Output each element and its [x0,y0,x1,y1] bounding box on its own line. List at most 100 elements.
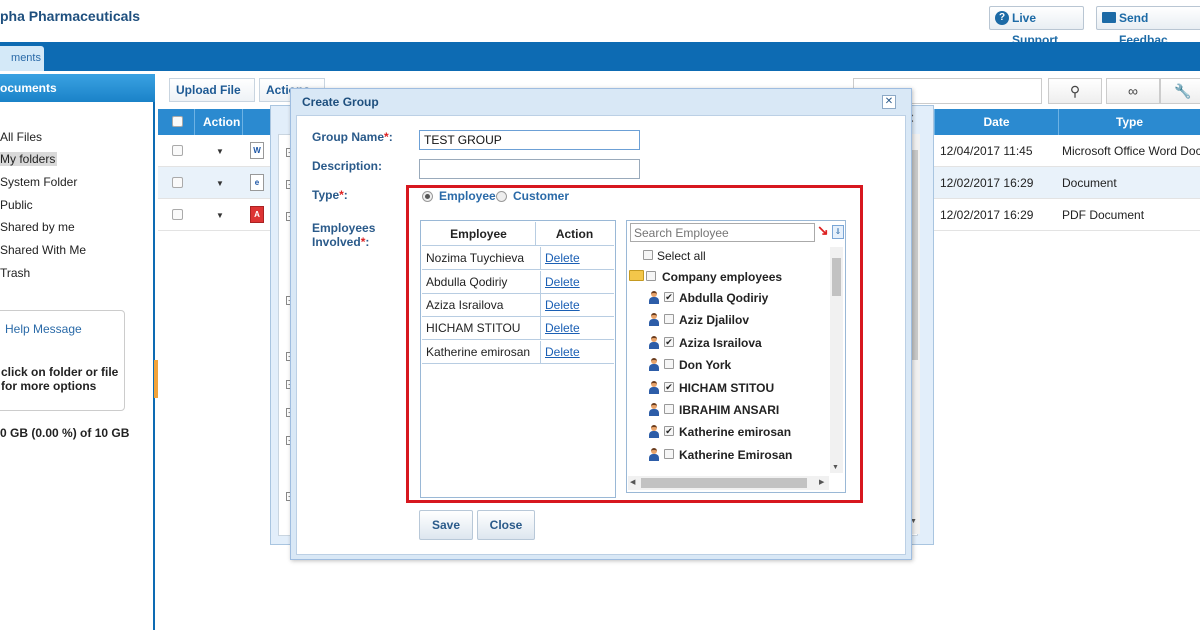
row-action-dropdown-icon[interactable]: ▼ [216,147,224,156]
scroll-right-icon[interactable]: ▶ [819,478,824,486]
employee-search-input[interactable] [630,223,815,242]
column-date[interactable]: Date [934,109,1058,135]
group-name-input[interactable] [419,130,640,150]
row-date: 12/04/2017 11:45 [940,144,1033,158]
live-support-button[interactable]: ? Live Support [989,6,1084,47]
employee-name: Nozima Tuychieva [426,251,525,265]
type-label-text: Type [312,188,340,202]
type-employee-radio[interactable] [422,191,433,202]
link-icon: ∞ [1128,83,1138,99]
row-action-dropdown-icon[interactable]: ▼ [216,211,224,220]
tree-employee-item[interactable]: Don York [679,358,731,372]
column-action[interactable]: Action [194,109,242,135]
pdf-file-icon: A [250,206,264,223]
scroll-down-icon[interactable]: ▼ [832,464,839,471]
tree-employee-item[interactable]: Abdulla Qodiriy [679,291,768,305]
tree-vertical-scrollbar-thumb[interactable] [832,258,841,296]
delete-link[interactable]: Delete [540,341,614,363]
clear-search-icon[interactable]: ↘ [817,222,829,239]
sidebar-item-trash[interactable]: Trash [0,266,30,280]
user-icon [648,381,660,394]
employee-checkbox[interactable] [664,314,674,324]
background-scrollbar-thumb[interactable] [911,150,918,360]
table-row: Nozima Tuychieva Delete [422,247,614,270]
header-divider [535,222,536,246]
tree-horizontal-scrollbar-thumb[interactable] [641,478,807,488]
user-icon [648,313,660,326]
row-type: Document [1062,176,1117,190]
employee-name: HICHAM STITOU [426,321,521,335]
employee-checkbox[interactable]: ✔ [664,382,674,392]
user-icon [648,291,660,304]
employee-name: Abdulla Qodiriy [426,275,508,289]
sidebar-item-my-folders[interactable]: My folders [0,152,58,166]
type-customer-radio[interactable] [496,191,507,202]
upload-file-button[interactable]: Upload File ▾ [169,78,255,118]
user-icon [648,448,660,461]
search-button[interactable]: ⚲ [1048,78,1102,104]
settings-button[interactable]: 🔧 [1160,78,1200,104]
column-type[interactable]: Type [1058,109,1200,135]
employee-checkbox[interactable]: ✔ [664,337,674,347]
employee-checkbox[interactable] [664,449,674,459]
tree-employee-item[interactable]: IBRAHIM ANSARI [679,403,779,417]
row-action-dropdown-icon[interactable]: ▼ [216,179,224,188]
tree-employee-item[interactable]: HICHAM STITOU [679,381,774,395]
type-employee-label[interactable]: Employee [439,189,496,203]
tree-employee-item[interactable]: Aziza Israilova [679,336,762,350]
wrench-icon: 🔧 [1174,83,1192,99]
delete-link[interactable]: Delete [540,294,614,316]
group-name-label-text: Group Name [312,130,385,144]
sidebar-collapse-handle[interactable] [154,360,158,398]
sidebar-item-public[interactable]: Public [0,198,33,212]
upload-file-label: Upload File [176,83,241,97]
employee-checkbox[interactable]: ✔ [664,292,674,302]
employee-checkbox[interactable] [664,359,674,369]
row-checkbox[interactable] [172,209,183,220]
folder-icon [629,270,644,281]
help-message-box: Help Message click on folder or file for… [0,310,125,411]
delete-link[interactable]: Delete [540,247,614,269]
row-checkbox[interactable] [172,177,183,188]
chevron-down-icon[interactable]: ⇓ [832,225,844,239]
employees-table-header: Employee Action [422,222,614,246]
tree-employee-item[interactable]: Aziz Djalilov [679,313,749,327]
employee-checkbox[interactable]: ✔ [664,426,674,436]
question-icon: ? [995,11,1009,25]
employees-label-line2: Involved [312,235,361,249]
employee-checkbox[interactable] [664,404,674,414]
sidebar-item-shared-by-me[interactable]: Shared by me [0,220,75,234]
type-customer-label[interactable]: Customer [513,189,569,203]
send-feedback-button[interactable]: Send Feedbac [1096,6,1200,47]
select-all-checkbox[interactable] [172,116,183,127]
table-row: Abdulla Qodiriy Delete [422,271,614,294]
delete-link[interactable]: Delete [540,317,614,339]
select-all-label[interactable]: Select all [657,249,706,263]
sidebar-title: ocuments [0,74,155,102]
description-input[interactable] [419,159,640,179]
tree-employee-item[interactable]: Katherine Emirosan [679,448,792,462]
employees-involved-label: Employees Involved*: [312,221,375,249]
dialog-close-button[interactable]: ✕ [882,95,896,109]
sidebar-item-shared-with-me[interactable]: Shared With Me [0,243,86,257]
sidebar-item-system-folder[interactable]: System Folder [0,175,77,189]
tab-documents[interactable]: ments [0,46,44,71]
tree-group-company-employees[interactable]: Company employees [662,270,782,284]
delete-link[interactable]: Delete [540,271,614,293]
word-file-icon: W [250,142,264,159]
scroll-left-icon[interactable]: ◀ [630,478,635,486]
label-colon: : [343,188,348,202]
close-button[interactable]: Close [477,510,535,540]
user-icon [648,403,660,416]
column-name[interactable] [242,109,272,135]
employees-label-line1: Employees [312,221,376,235]
row-checkbox[interactable] [172,145,183,156]
group-checkbox[interactable] [646,271,656,281]
select-all-checkbox[interactable] [643,250,653,260]
save-button[interactable]: Save [419,510,473,540]
employee-name: Katherine emirosan [426,345,531,359]
sidebar-item-all-files[interactable]: All Files [0,130,42,144]
link-button[interactable]: ∞ [1106,78,1160,104]
tree-employee-item[interactable]: Katherine emirosan [679,425,791,439]
help-text: click on folder or file for more options [1,365,119,393]
